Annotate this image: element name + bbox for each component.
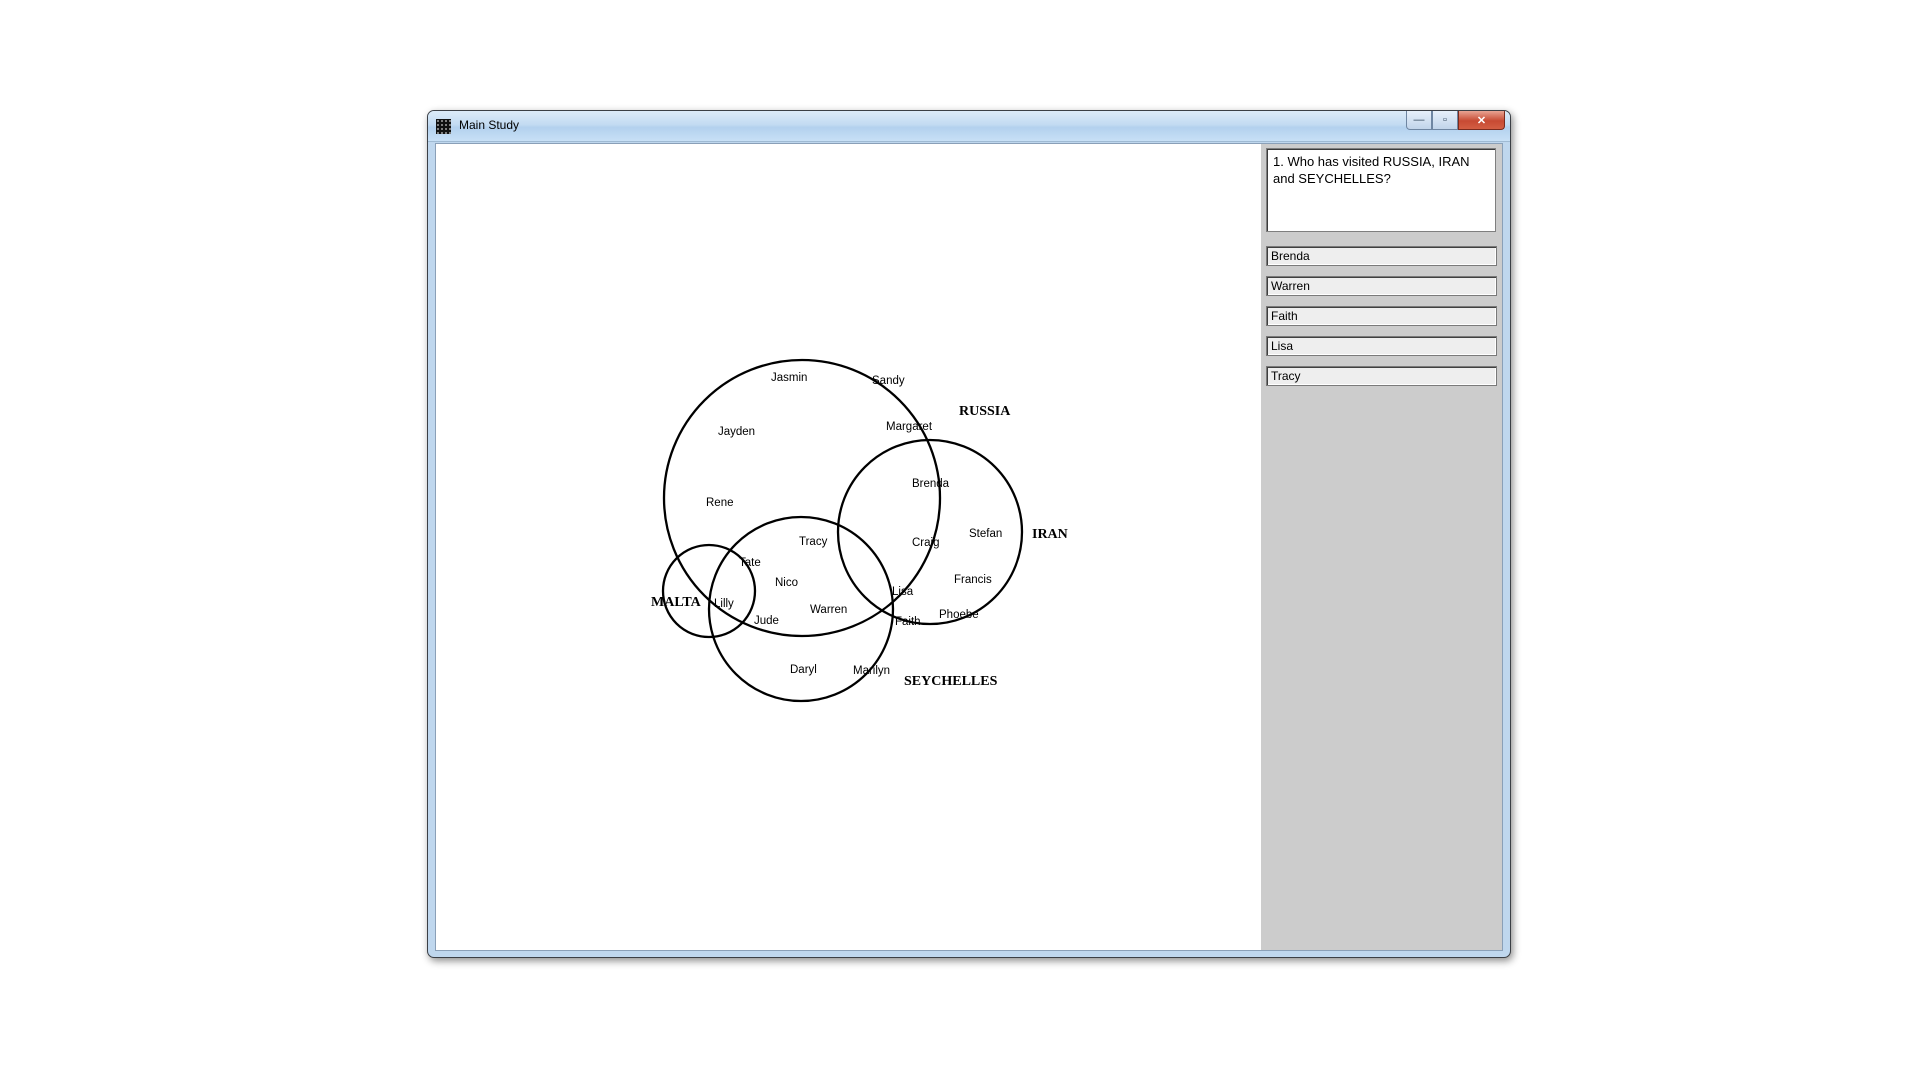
window-controls: — ▫ ✕ (1406, 111, 1505, 130)
person-daryl: Daryl (790, 664, 817, 676)
minimize-icon[interactable]: — (1406, 111, 1432, 130)
person-brenda: Brenda (912, 478, 950, 490)
answer-button-tracy[interactable]: Tracy (1266, 366, 1497, 386)
side-panel: 1. Who has visited RUSSIA, IRAN and SEYC… (1261, 144, 1502, 950)
person-lisa: Lisa (892, 586, 914, 598)
maximize-icon[interactable]: ▫ (1432, 111, 1458, 130)
main-study-window: Main Study — ▫ ✕ RUSSIA IRAN MALTA SEYCH… (427, 110, 1511, 958)
set-label-seychelles: SEYCHELLES (904, 674, 998, 689)
person-tate: Tate (739, 557, 761, 569)
set-label-iran: IRAN (1032, 527, 1068, 542)
person-jude: Jude (754, 615, 779, 627)
app-icon (436, 119, 451, 134)
person-marilyn: Marilyn (853, 665, 890, 677)
question-text: 1. Who has visited RUSSIA, IRAN and SEYC… (1266, 148, 1496, 232)
person-jasmin: Jasmin (771, 372, 807, 384)
close-icon[interactable]: ✕ (1458, 111, 1505, 130)
person-phoebe: Phoebe (939, 609, 979, 621)
answer-button-lisa[interactable]: Lisa (1266, 336, 1497, 356)
person-nico: Nico (775, 577, 798, 589)
person-sandy: Sandy (872, 375, 905, 387)
person-craig: Craig (912, 537, 939, 549)
person-margaret: Margaret (886, 421, 933, 433)
answer-button-faith[interactable]: Faith (1266, 306, 1497, 326)
title-bar[interactable]: Main Study — ▫ ✕ (428, 111, 1510, 142)
euler-diagram: RUSSIA IRAN MALTA SEYCHELLES Jasmin Sand… (651, 358, 1068, 703)
person-tracy: Tracy (799, 536, 828, 548)
person-francis: Francis (954, 574, 992, 586)
person-stefan: Stefan (969, 528, 1002, 540)
answer-button-brenda[interactable]: Brenda (1266, 246, 1497, 266)
set-label-malta: MALTA (651, 595, 702, 610)
person-warren: Warren (810, 604, 847, 616)
person-lilly: Lilly (714, 598, 734, 610)
diagram-canvas: RUSSIA IRAN MALTA SEYCHELLES Jasmin Sand… (436, 144, 1261, 950)
window-title: Main Study (459, 118, 520, 132)
person-rene: Rene (706, 497, 734, 509)
set-label-russia: RUSSIA (959, 404, 1011, 419)
client-area: RUSSIA IRAN MALTA SEYCHELLES Jasmin Sand… (435, 143, 1503, 951)
person-faith: Faith (895, 616, 921, 628)
answer-list: Brenda Warren Faith Lisa Tracy (1266, 246, 1497, 396)
person-jayden: Jayden (718, 426, 755, 438)
answer-button-warren[interactable]: Warren (1266, 276, 1497, 296)
